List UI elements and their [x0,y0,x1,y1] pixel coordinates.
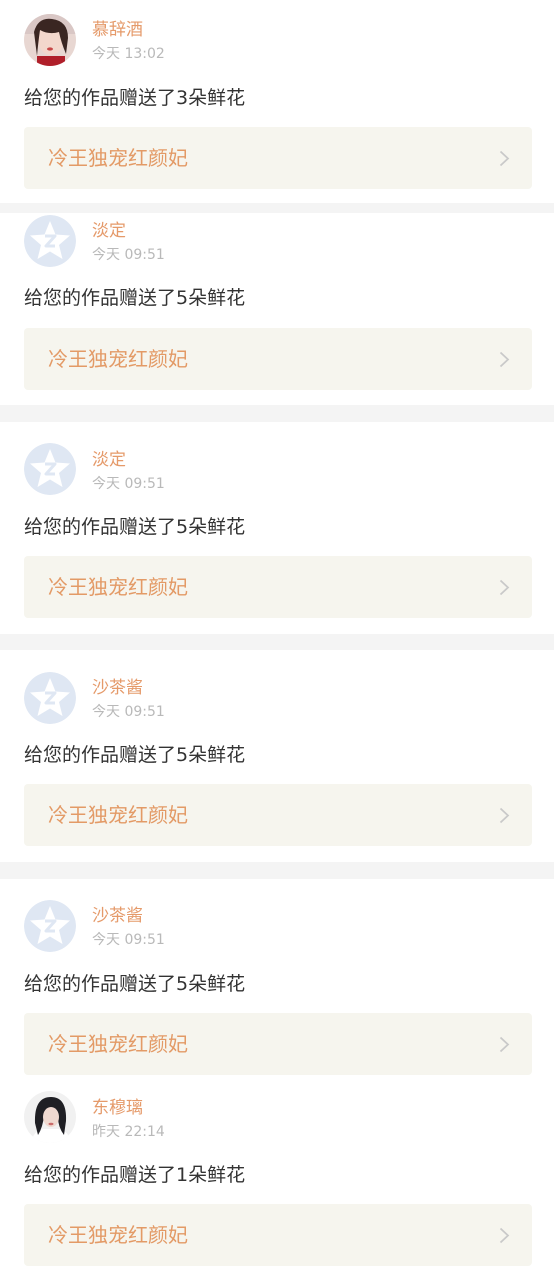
card-divider [0,405,554,422]
card-divider [0,203,554,213]
gift-message: 给您的作品赠送了5朵鲜花 [24,516,246,538]
work-title: 冷王独宠红颜妃 [48,803,188,827]
work-link[interactable]: 冷王独宠红颜妃 [24,1204,532,1266]
timestamp: 今天 09:51 [92,476,165,492]
gift-message: 给您的作品赠送了3朵鲜花 [24,87,246,109]
username[interactable]: 沙茶酱 [92,906,143,926]
work-title: 冷王独宠红颜妃 [48,575,188,599]
notification-card: 淡定 今天 09:51 给您的作品赠送了5朵鲜花 冷王独宠红颜妃 [0,213,554,405]
card-divider [0,634,554,650]
work-title: 冷王独宠红颜妃 [48,146,188,170]
gift-message: 给您的作品赠送了1朵鲜花 [24,1164,246,1186]
work-title: 冷王独宠红颜妃 [48,1223,188,1247]
timestamp: 今天 09:51 [92,932,165,948]
gift-message: 给您的作品赠送了5朵鲜花 [24,973,246,995]
chevron-right-icon [499,579,510,596]
chevron-right-icon [499,351,510,368]
default-star-avatar-icon[interactable] [24,900,76,952]
default-star-avatar-icon[interactable] [24,672,76,724]
timestamp: 昨天 22:14 [92,1124,165,1140]
gift-message: 给您的作品赠送了5朵鲜花 [24,744,246,766]
gift-notification-feed: 慕辞酒 今天 13:02 给您的作品赠送了3朵鲜花 冷王独宠红颜妃 淡定 今天 … [0,0,554,1280]
username[interactable]: 慕辞酒 [92,20,143,40]
notification-card: 沙茶酱 今天 09:51 给您的作品赠送了5朵鲜花 冷王独宠红颜妃 [0,650,554,862]
work-link[interactable]: 冷王独宠红颜妃 [24,556,532,618]
notification-card: 慕辞酒 今天 13:02 给您的作品赠送了3朵鲜花 冷王独宠红颜妃 [0,0,554,208]
timestamp: 今天 09:51 [92,247,165,263]
gift-message: 给您的作品赠送了5朵鲜花 [24,287,246,309]
work-link[interactable]: 冷王独宠红颜妃 [24,328,532,390]
work-link[interactable]: 冷王独宠红颜妃 [24,127,532,189]
card-divider [0,862,554,879]
photo-avatar-icon[interactable] [24,1091,76,1143]
notification-card: 沙茶酱 今天 09:51 给您的作品赠送了5朵鲜花 冷王独宠红颜妃 [0,879,554,1078]
photo-avatar-icon[interactable] [24,14,76,66]
username[interactable]: 淡定 [92,450,126,470]
username[interactable]: 东穆璃 [92,1098,143,1118]
default-star-avatar-icon[interactable] [24,215,76,267]
work-link[interactable]: 冷王独宠红颜妃 [24,784,532,846]
work-link[interactable]: 冷王独宠红颜妃 [24,1013,532,1075]
timestamp: 今天 09:51 [92,704,165,720]
username[interactable]: 淡定 [92,221,126,241]
chevron-right-icon [499,150,510,167]
chevron-right-icon [499,1036,510,1053]
chevron-right-icon [499,807,510,824]
notification-card: 东穆璃 昨天 22:14 给您的作品赠送了1朵鲜花 冷王独宠红颜妃 [0,1078,554,1280]
work-title: 冷王独宠红颜妃 [48,1032,188,1056]
notification-card: 淡定 今天 09:51 给您的作品赠送了5朵鲜花 冷王独宠红颜妃 [0,422,554,634]
default-star-avatar-icon[interactable] [24,443,76,495]
timestamp: 今天 13:02 [92,46,165,62]
username[interactable]: 沙茶酱 [92,678,143,698]
chevron-right-icon [499,1227,510,1244]
work-title: 冷王独宠红颜妃 [48,347,188,371]
